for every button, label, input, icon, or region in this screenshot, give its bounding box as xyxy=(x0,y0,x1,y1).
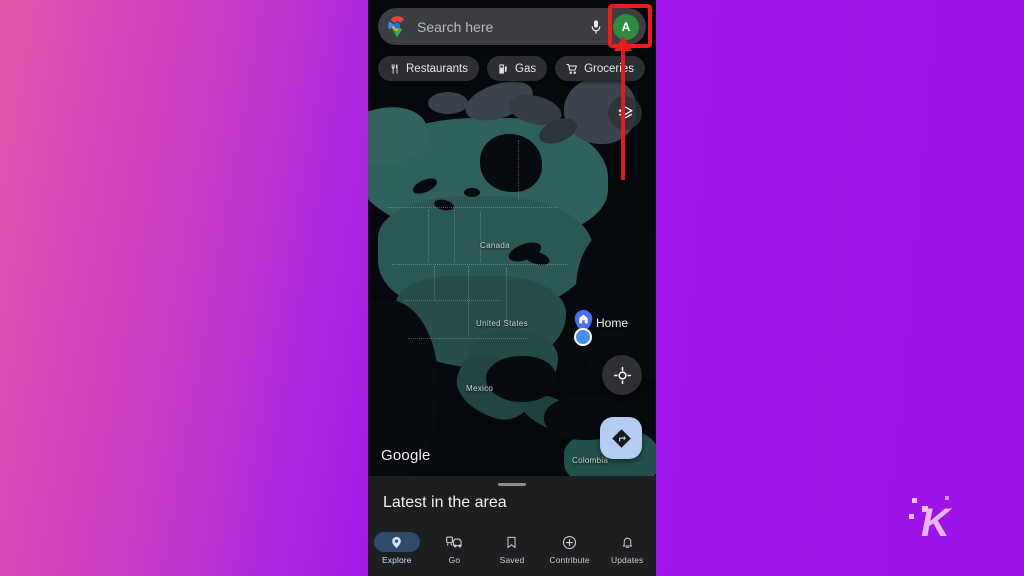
nav-item-updates[interactable]: Updates xyxy=(598,528,656,565)
nav-item-contribute[interactable]: Contribute xyxy=(541,528,599,565)
restaurant-icon xyxy=(389,63,400,75)
search-bar[interactable]: Search here A xyxy=(378,8,646,45)
screenshot-root: K Canada United States Mexico Colombia H… xyxy=(0,0,1024,576)
home-marker-label: Home xyxy=(596,316,629,330)
category-chips: Restaurants Gas Groceries xyxy=(378,56,645,81)
nav-item-go[interactable]: Go xyxy=(426,528,484,565)
background-gradient-left xyxy=(0,0,370,576)
chip-gas[interactable]: Gas xyxy=(487,56,548,81)
map-label-colombia: Colombia xyxy=(572,456,609,465)
watermark-letter: K xyxy=(921,501,950,545)
shopping-cart-icon xyxy=(566,63,578,75)
nav-label: Updates xyxy=(610,555,644,565)
sheet-drag-handle[interactable] xyxy=(498,483,526,486)
my-location-icon xyxy=(613,366,632,385)
current-location-dot xyxy=(574,328,592,346)
microphone-icon[interactable] xyxy=(588,17,604,37)
chip-restaurants[interactable]: Restaurants xyxy=(378,56,480,81)
bookmark-icon xyxy=(489,532,535,552)
map-border-line xyxy=(408,338,528,339)
bottom-navigation: Explore Go Saved Contribute Updates xyxy=(368,528,656,576)
watermark-square xyxy=(909,514,914,519)
location-pin-icon xyxy=(373,532,420,552)
google-maps-pin-icon xyxy=(388,15,406,38)
map-label-mexico: Mexico xyxy=(466,384,494,393)
chip-label: Gas xyxy=(515,62,537,75)
watermark-square xyxy=(945,496,949,500)
layers-icon xyxy=(617,105,634,122)
commute-icon xyxy=(431,532,477,552)
map-border-line xyxy=(480,212,481,262)
map-border-line xyxy=(454,210,455,262)
water-body xyxy=(486,356,556,402)
bell-icon xyxy=(604,532,650,552)
directions-button[interactable] xyxy=(600,417,642,459)
map-border-line xyxy=(518,140,519,200)
annotation-arrow-shaft xyxy=(621,46,625,180)
phone-screen: Canada United States Mexico Colombia Hom… xyxy=(368,0,656,576)
background-solid-right xyxy=(654,0,1024,576)
chip-label: Groceries xyxy=(584,62,634,75)
chip-label: Restaurants xyxy=(406,62,469,75)
nav-label: Explore xyxy=(382,555,412,565)
map-label-canada: Canada xyxy=(480,241,510,250)
nav-item-explore[interactable]: Explore xyxy=(368,528,426,565)
water-body xyxy=(464,188,480,197)
map-border-line xyxy=(404,300,500,301)
gas-pump-icon xyxy=(498,63,509,75)
map-layers-button[interactable] xyxy=(608,96,642,130)
map-label-united-states: United States xyxy=(476,319,528,328)
nav-item-saved[interactable]: Saved xyxy=(483,528,541,565)
my-location-button[interactable] xyxy=(602,355,642,395)
plus-circle-icon xyxy=(547,532,593,552)
google-watermark: Google xyxy=(381,447,431,464)
map-border-line xyxy=(388,207,558,208)
map-border-line xyxy=(468,266,469,336)
directions-icon xyxy=(611,428,632,449)
nav-label: Contribute xyxy=(549,555,590,565)
water-body xyxy=(480,134,542,192)
search-input-placeholder[interactable]: Search here xyxy=(417,19,588,35)
chip-groceries[interactable]: Groceries xyxy=(555,56,645,81)
landmass xyxy=(428,92,468,114)
map-border-line xyxy=(392,264,568,265)
knowtechie-watermark-logo: K xyxy=(905,495,965,547)
watermark-square xyxy=(912,498,917,503)
nav-label: Saved xyxy=(499,555,525,565)
nav-label: Go xyxy=(448,555,461,565)
bottom-sheet[interactable]: Latest in the area xyxy=(368,476,656,528)
sheet-title: Latest in the area xyxy=(383,494,507,511)
map-border-line xyxy=(434,266,435,300)
map-border-line xyxy=(428,210,429,262)
annotation-arrow-head xyxy=(614,36,632,51)
